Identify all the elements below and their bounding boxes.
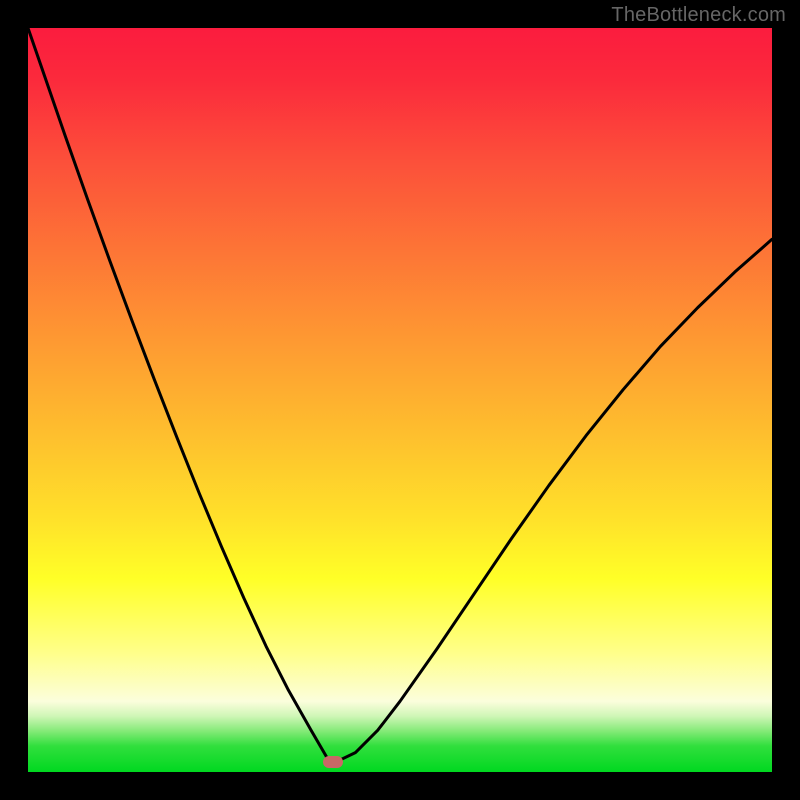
- gradient-background: [28, 28, 772, 772]
- optimum-marker: [323, 756, 343, 768]
- chart-container: TheBottleneck.com: [0, 0, 800, 800]
- watermark-text: TheBottleneck.com: [611, 4, 786, 27]
- plot-svg: [28, 28, 772, 772]
- plot-area: [28, 28, 772, 772]
